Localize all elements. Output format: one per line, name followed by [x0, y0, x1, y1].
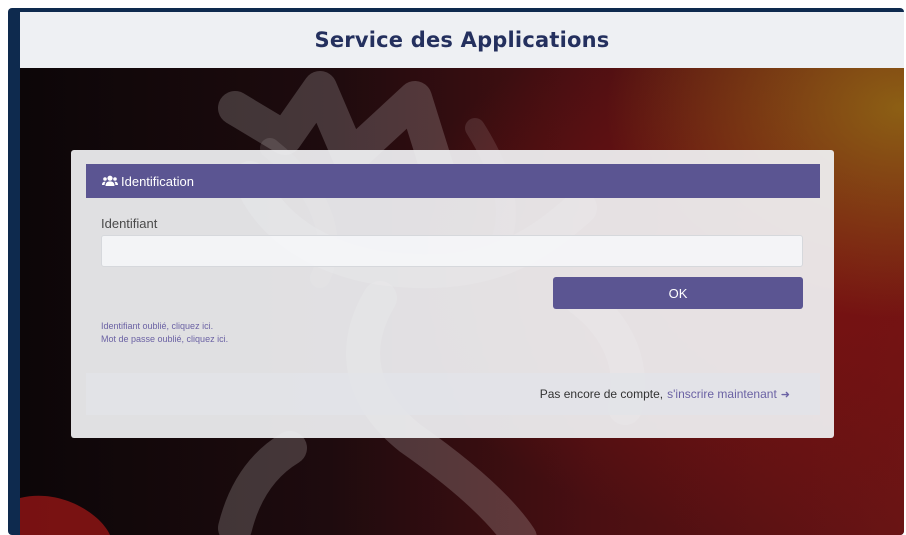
forgot-identifier-link[interactable]: Identifiant oublié, cliquez ici. [101, 321, 213, 331]
app-window: Service des Applications Identification … [8, 8, 904, 535]
identifier-input[interactable] [101, 235, 803, 267]
panel-heading: Identification [86, 164, 820, 198]
signup-link[interactable]: s'inscrire maintenant [667, 387, 777, 401]
ok-button[interactable]: OK [553, 277, 803, 309]
sign-in-icon: ➜ [780, 388, 790, 401]
login-card: Identification Identifiant OK Identifian… [71, 150, 834, 438]
panel-footer: Pas encore de compte, s'inscrire mainten… [86, 373, 820, 415]
users-icon [102, 175, 118, 186]
panel-heading-label: Identification [121, 173, 194, 189]
app-title: Service des Applications [314, 28, 610, 52]
identifier-label: Identifiant [101, 216, 158, 231]
signup-prompt: Pas encore de compte, [539, 387, 664, 401]
title-bar: Service des Applications [20, 12, 904, 68]
forgot-password-link[interactable]: Mot de passe oublié, cliquez ici. [101, 334, 228, 344]
